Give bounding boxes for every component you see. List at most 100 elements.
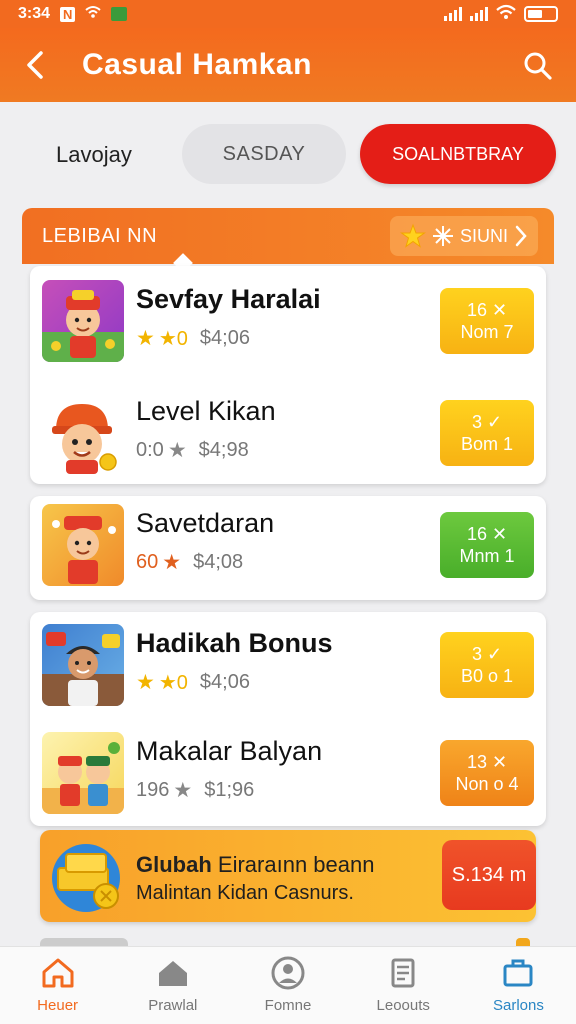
item-rating: ★0 [158, 672, 188, 694]
briefcase-icon [503, 959, 533, 987]
character-icon [52, 516, 116, 584]
badge-top: 16 ✕ [466, 300, 508, 320]
game-thumbnail [42, 280, 124, 362]
nav-settings[interactable]: Sarlons [461, 947, 576, 1024]
filter-row: Lavojay SASDAY SOALNBTBRAY [0, 102, 576, 202]
star-icon: ★ [167, 439, 187, 462]
status-time: 3:34 [18, 5, 51, 22]
section-title: LEBIBAI NN [42, 224, 158, 247]
reward-badge[interactable]: 16 ✕ Nom 7 [440, 288, 534, 354]
badge-top: 13 ✕ [466, 752, 508, 772]
promo-subtitle: Malintan Kidan Casnurs. [136, 882, 354, 904]
badge-top: 3 ✓ [471, 644, 503, 664]
item-price: $1;96 [204, 779, 255, 801]
list-item[interactable]: Sevfay Haralai ★ ★0 $4;06 16 ✕ Nom 7 [30, 266, 546, 380]
list-item[interactable]: Hadikah Bonus ★ ★0 $4;06 3 ✓ B0 o 1 [30, 610, 546, 724]
item-meta: 0:0 ★ $4;98 [136, 438, 249, 463]
search-icon [524, 52, 552, 80]
chevron-left-icon [27, 51, 43, 79]
document-icon [391, 958, 415, 988]
game-card: Savetdaran 60 ★ $4;08 16 ✕ Mnm 1 [30, 496, 546, 600]
item-title: Sevfay Haralai [136, 284, 321, 314]
item-title: Level Kikan [136, 396, 276, 426]
star-icon: ★ [136, 327, 155, 350]
character-icon [52, 404, 117, 474]
reward-badge[interactable]: 13 ✕ Non o 4 [440, 740, 534, 806]
section-header: LEBIBAI NN SIUNI [22, 208, 554, 264]
character-icon [42, 742, 124, 814]
badge-bottom: Non o 4 [455, 774, 519, 794]
item-meta: 196 ★ $1;96 [136, 778, 254, 803]
game-thumbnail [42, 624, 124, 706]
badge-bottom: Bom 1 [460, 434, 514, 454]
game-card: Hadikah Bonus ★ ★0 $4;06 3 ✓ B0 o 1 Maka… [30, 612, 546, 826]
profile-icon [271, 956, 305, 990]
notification-icon: N [60, 6, 76, 22]
nav-profile[interactable]: Fomne [230, 947, 345, 1024]
search-button[interactable] [518, 46, 558, 86]
badge-bottom: Mnm 1 [459, 546, 515, 566]
badge-bottom: B0 o 1 [460, 666, 514, 686]
star-icon [399, 223, 426, 248]
item-rating: 0:0 [136, 439, 164, 461]
game-thumbnail [42, 392, 124, 474]
app-notification-icon [111, 7, 128, 21]
reward-badge[interactable]: 16 ✕ Mnm 1 [440, 512, 534, 578]
sparkle-icon [432, 226, 453, 246]
game-thumbnail [42, 504, 124, 586]
game-card: Sevfay Haralai ★ ★0 $4;06 16 ✕ Nom 7 Lev… [30, 266, 546, 484]
promo-banner[interactable]: Glubah Eiraraınn beann Malintan Kidan Ca… [40, 830, 536, 922]
nav-label: Prawlal [148, 997, 198, 1014]
back-button[interactable] [0, 28, 70, 102]
character-icon [42, 632, 124, 706]
chevron-right-icon [515, 225, 527, 247]
item-price: $4;06 [199, 671, 250, 693]
wifi-icon [496, 4, 516, 25]
page-title: Casual Hamkan [82, 48, 312, 81]
item-title: Savetdaran [136, 508, 275, 538]
filter-label[interactable]: Lavojay [56, 142, 132, 168]
nav-label: Fomne [264, 997, 312, 1014]
promo-button[interactable]: S.134 m [442, 840, 536, 910]
nav-label: Leoouts [376, 997, 430, 1014]
item-meta: 60 ★ $4;08 [136, 550, 243, 575]
nav-home[interactable]: Heuer [0, 947, 115, 1024]
item-meta: ★ ★0 $4;06 [136, 326, 250, 351]
character-icon [42, 290, 124, 362]
wifi-small-icon [85, 5, 102, 24]
item-rating: 196 [136, 779, 170, 801]
reward-badge[interactable]: 3 ✓ Bom 1 [440, 400, 534, 466]
filter-tab-active[interactable]: SOALNBTBRAY [360, 124, 556, 184]
nav-games[interactable]: Prawlal [115, 947, 230, 1024]
gold-bars-icon [52, 844, 120, 912]
badge-bottom: Nom 7 [460, 322, 514, 342]
item-price: $4;06 [199, 327, 250, 349]
reward-badge[interactable]: 3 ✓ B0 o 1 [440, 632, 534, 698]
filter-tab-middle[interactable]: SASDAY [182, 124, 346, 184]
list-item[interactable]: Level Kikan 0:0 ★ $4;98 3 ✓ Bom 1 [30, 378, 546, 492]
star-icon: ★ [173, 779, 193, 802]
nav-leaderboard[interactable]: Leoouts [346, 947, 461, 1024]
app-bar: Casual Hamkan [0, 28, 576, 102]
list-item[interactable]: Makalar Balyan 196 ★ $1;96 13 ✕ Non o 4 [30, 718, 546, 832]
star-icon: ★ [136, 671, 155, 694]
promo-headline-bold: Glubah [136, 852, 212, 877]
item-title: Hadikah Bonus [136, 628, 333, 658]
list-item[interactable]: Savetdaran 60 ★ $4;08 16 ✕ Mnm 1 [30, 490, 546, 604]
badge-top: 16 ✕ [466, 524, 508, 544]
nav-label: Heuer [37, 997, 79, 1014]
section-action-label: SIUNI [459, 225, 508, 246]
star-icon: ★ [162, 551, 182, 574]
badge-top: 3 ✓ [471, 412, 503, 432]
section-action-button[interactable]: SIUNI [389, 216, 538, 256]
signal-2-icon [470, 7, 488, 21]
item-rating: ★0 [158, 328, 188, 350]
item-rating: 60 [136, 551, 159, 573]
bottom-nav: Heuer Prawlal Fomne Leoouts Sarlons [0, 946, 576, 1024]
promo-headline: Glubah Eiraraınn beann [136, 852, 374, 878]
home-icon [42, 958, 74, 988]
promo-headline-rest: Eiraraınn beann [217, 852, 375, 877]
item-title: Makalar Balyan [136, 736, 323, 766]
house-icon [158, 961, 187, 986]
item-meta: ★ ★0 $4;06 [136, 670, 250, 695]
